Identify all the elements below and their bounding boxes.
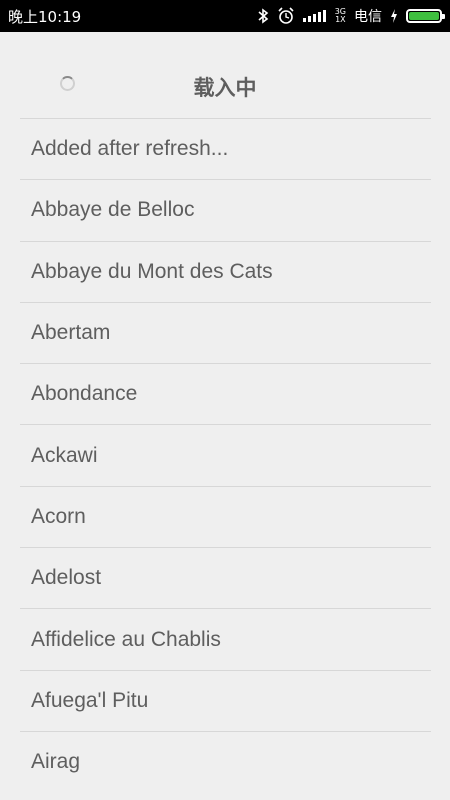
battery-fill	[409, 12, 439, 20]
list-item[interactable]: Adelost	[20, 547, 431, 608]
alarm-icon	[277, 7, 295, 25]
network-bottom-label: 1X	[335, 15, 346, 24]
list-item[interactable]: Added after refresh...	[20, 118, 431, 179]
bluetooth-icon	[257, 8, 269, 24]
list-item[interactable]: Afuega'l Pitu	[20, 669, 431, 731]
pull-to-refresh-header: 载入中	[0, 32, 450, 120]
list-item[interactable]: Abondance	[20, 363, 431, 424]
battery-icon	[406, 9, 445, 23]
list-item[interactable]: Affidelice au Chablis	[20, 608, 431, 669]
list-item[interactable]: Acorn	[20, 485, 431, 547]
status-icons: 3G 1X 电信	[257, 6, 445, 26]
status-bar: 晚上10:19 3G 1X 电信	[0, 0, 450, 32]
list-item[interactable]: Airag	[20, 730, 431, 792]
network-type: 3G 1X	[335, 8, 346, 24]
carrier-label: 电信	[354, 9, 382, 25]
charging-icon	[390, 9, 398, 23]
cheese-list[interactable]: Added after refresh... Abbaye de Belloc Ab…	[20, 118, 431, 792]
signal-icon	[302, 10, 327, 22]
list-item[interactable]: Abbaye du Mont des Cats	[20, 240, 431, 302]
list-item[interactable]: Abertam	[20, 301, 431, 363]
status-time: 晚上10:19	[8, 7, 82, 26]
list-item[interactable]: Abbaye de Belloc	[20, 179, 431, 240]
list-item[interactable]: Ackawi	[20, 424, 431, 485]
loading-label: 载入中	[193, 76, 257, 100]
